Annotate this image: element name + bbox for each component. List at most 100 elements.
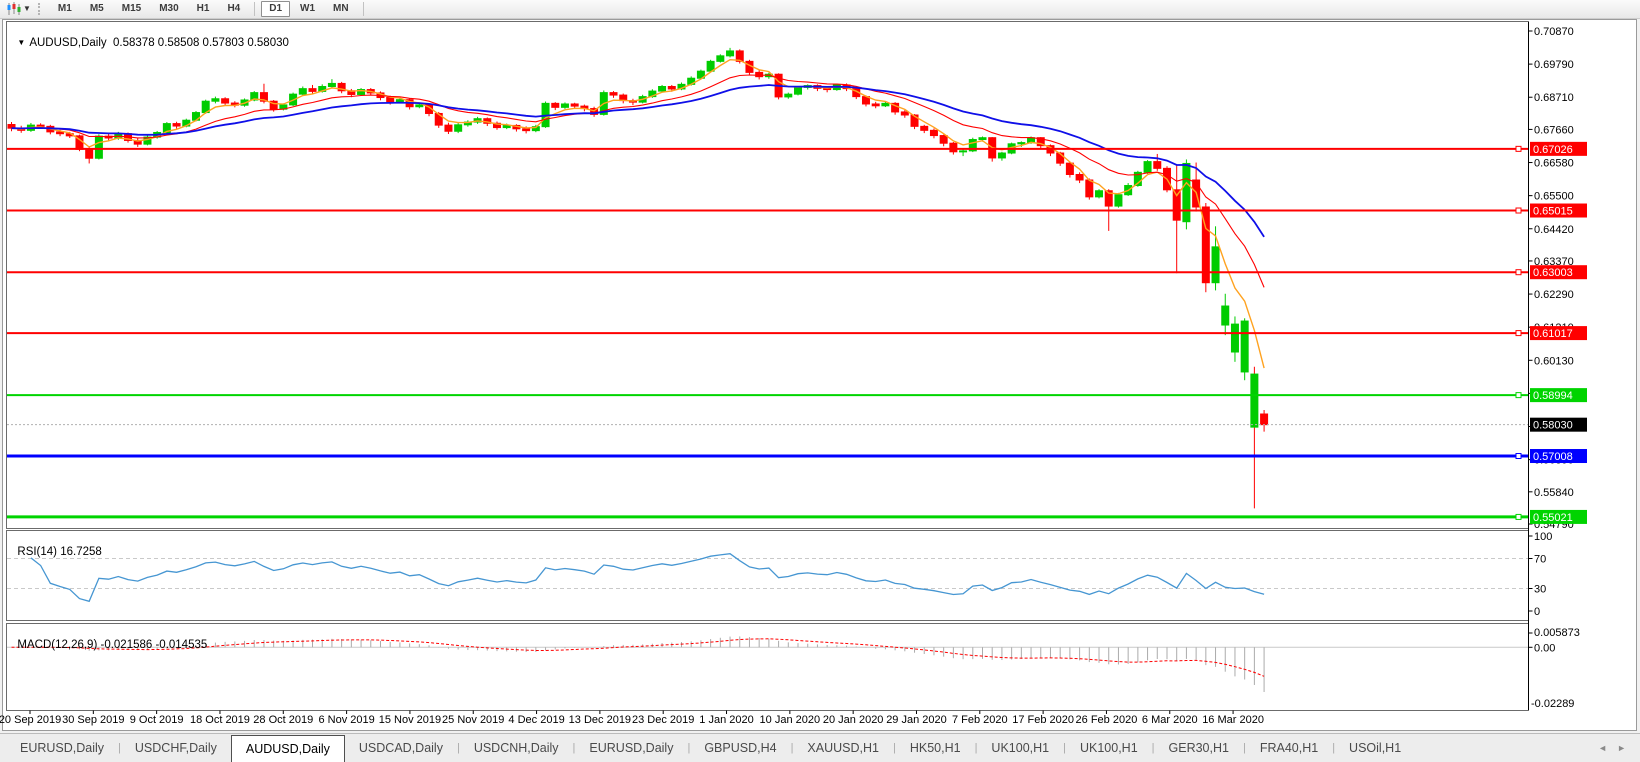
date-label: 1 Jan 2020 [699, 714, 753, 726]
candle [86, 149, 93, 158]
timeframe-button-H4[interactable]: H4 [219, 1, 248, 17]
timeframe-button-MN[interactable]: MN [325, 1, 357, 17]
price-tick-label: 0.67660 [1534, 124, 1574, 136]
candle [416, 105, 423, 107]
candle [1144, 162, 1151, 173]
rsi-tick-label: 0 [1534, 606, 1540, 618]
candle [668, 86, 675, 88]
symbol-name: AUDUSD,Daily [29, 37, 106, 49]
main-chart-panel[interactable] [7, 22, 1529, 529]
symbol-tab-bar: EURUSD,Daily|USDCHF,DailyAUDUSD,DailyUSD… [0, 733, 1640, 762]
candle [455, 125, 462, 131]
candle [523, 129, 530, 131]
toolbar-grip [38, 3, 43, 15]
price-level-badge-text: 0.63003 [1533, 267, 1573, 279]
symbol-tab-0-eurusd-daily[interactable]: EURUSD,Daily [6, 734, 118, 762]
candle [328, 83, 335, 86]
tab-scroll-left-icon[interactable]: ◄ [1598, 743, 1607, 753]
symbol-tab-2-audusd-daily[interactable]: AUDUSD,Daily [231, 735, 345, 762]
timeframe-button-M15[interactable]: M15 [114, 1, 149, 17]
candle [659, 86, 666, 91]
symbol-tab-8-hk50-h1[interactable]: HK50,H1 [896, 734, 975, 762]
price-tick-label: 0.70870 [1534, 26, 1574, 38]
candle [1096, 191, 1103, 197]
symbol-tab-9-uk100-h1[interactable]: UK100,H1 [977, 734, 1063, 762]
timeframe-button-M30[interactable]: M30 [151, 1, 186, 17]
candle [1018, 143, 1025, 144]
candle [1076, 174, 1083, 180]
date-label: 9 Oct 2019 [130, 714, 184, 726]
candle [396, 100, 403, 102]
line-handle[interactable] [1516, 208, 1521, 213]
candle [1115, 195, 1122, 206]
timeframe-button-M5[interactable]: M5 [82, 1, 112, 17]
candle [1251, 374, 1258, 427]
candle [717, 56, 724, 62]
timeframe-button-H1[interactable]: H1 [189, 1, 218, 17]
symbol-tab-10-uk100-h1[interactable]: UK100,H1 [1066, 734, 1152, 762]
symbol-tab-3-usdcad-daily[interactable]: USDCAD,Daily [345, 734, 457, 762]
symbol-tab-13-usoil-h1[interactable]: USOil,H1 [1335, 734, 1415, 762]
timeframe-button-M1[interactable]: M1 [50, 1, 80, 17]
candle [1241, 321, 1248, 372]
date-label: 23 Dec 2019 [632, 714, 694, 726]
rsi-tick-label: 30 [1534, 584, 1546, 596]
timeframe-button-W1[interactable]: W1 [292, 1, 323, 17]
toolbar: ▼ M1M5M15M30H1H4 D1W1MN [0, 0, 1640, 19]
candle [387, 98, 394, 102]
symbol-tab-5-eurusd-daily[interactable]: EURUSD,Daily [575, 734, 687, 762]
chart-canvas[interactable]: 0.708700.697900.687100.676600.665800.655… [0, 0, 1640, 761]
candle [727, 51, 734, 56]
symbol-tab-12-fra40-h1[interactable]: FRA40,H1 [1246, 734, 1332, 762]
candle [930, 130, 937, 135]
candle [872, 104, 879, 106]
rsi-panel[interactable] [7, 531, 1529, 621]
line-handle[interactable] [1516, 454, 1521, 459]
ohlc-values: 0.58378 0.58508 0.57803 0.58030 [113, 37, 289, 49]
candle [610, 93, 617, 95]
price-tick-label: 0.65500 [1534, 191, 1574, 203]
date-label: 15 Nov 2019 [379, 714, 441, 726]
candle [552, 103, 559, 107]
candle [57, 132, 64, 134]
symbol-tab-11-ger30-h1[interactable]: GER30,H1 [1155, 734, 1243, 762]
candle [95, 136, 102, 158]
line-handle[interactable] [1516, 514, 1521, 519]
price-level-badge-text: 0.58994 [1533, 390, 1573, 402]
candle [1086, 180, 1093, 197]
price-tick-label: 0.64420 [1534, 224, 1574, 236]
rsi-value: 16.7258 [60, 546, 102, 558]
candlestick-chart-icon [6, 2, 22, 16]
price-tick-label: 0.60130 [1534, 355, 1574, 367]
line-handle[interactable] [1516, 270, 1521, 275]
symbol-tab-6-gbpusd-h4[interactable]: GBPUSD,H4 [690, 734, 790, 762]
caret-down-icon: ▼ [23, 4, 31, 14]
candle [901, 112, 908, 115]
candle [1231, 324, 1238, 352]
symbol-tab-4-usdcnh-daily[interactable]: USDCNH,Daily [460, 734, 573, 762]
candle [756, 72, 763, 76]
timeframe-button-group: M1M5M15M30H1H4 D1W1MN [49, 1, 369, 17]
symbol-tab-1-usdchf-daily[interactable]: USDCHF,Daily [121, 734, 231, 762]
timeframe-button-D1[interactable]: D1 [261, 1, 290, 17]
candle [921, 126, 928, 130]
tab-scroll-right-icon[interactable]: ► [1617, 743, 1626, 753]
date-label: 30 Sep 2019 [62, 714, 124, 726]
candle [212, 99, 219, 101]
line-handle[interactable] [1516, 393, 1521, 398]
chart-type-menu[interactable]: ▼ [3, 2, 34, 16]
macd-panel[interactable] [7, 624, 1529, 711]
candle [1154, 162, 1161, 169]
candle [1212, 247, 1219, 283]
line-handle[interactable] [1516, 331, 1521, 336]
candle [571, 104, 578, 106]
symbol-dropdown-icon[interactable]: ▼ [17, 38, 25, 47]
date-label: 7 Feb 2020 [952, 714, 1008, 726]
candle [940, 136, 947, 144]
date-label: 16 Mar 2020 [1202, 714, 1264, 726]
rsi-tick-label: 70 [1534, 554, 1546, 566]
line-handle[interactable] [1516, 146, 1521, 151]
symbol-tab-7-xauusd-h1[interactable]: XAUUSD,H1 [793, 734, 893, 762]
price-level-badge-text: 0.65015 [1533, 206, 1573, 218]
date-label: 29 Jan 2020 [886, 714, 947, 726]
